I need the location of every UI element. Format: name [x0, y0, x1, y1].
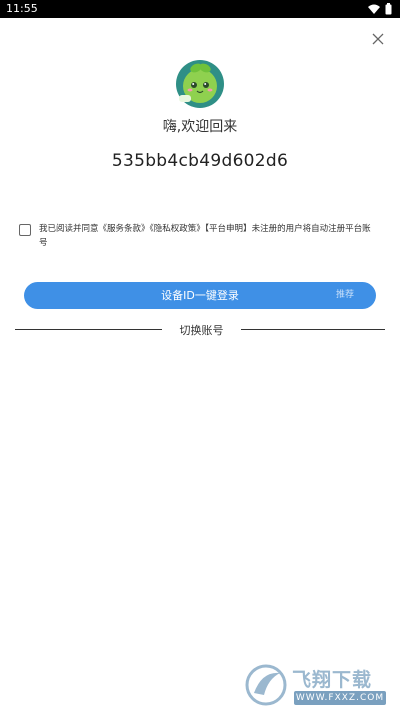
switch-account-link[interactable]: 切换账号 [162, 322, 241, 338]
status-icons [368, 3, 392, 15]
wifi-icon [368, 4, 380, 14]
watermark-title: 飞翔下载 [292, 669, 373, 691]
watermark: 飞翔下载 WWW.FXXZ.COM [244, 663, 392, 709]
agreement-text: 我已阅读并同意《服务条款》《隐私权政策》【平台申明】未注册的用户将自动注册平台账… [39, 222, 374, 250]
close-icon[interactable] [370, 31, 386, 47]
recommend-badge: 推荐 [335, 290, 354, 300]
avatar [176, 60, 224, 108]
watermark-url: WWW.FXXZ.COM [294, 691, 386, 705]
status-time: 11:55 [6, 2, 38, 15]
platform-statement-link[interactable]: 【平台申明】 [205, 224, 252, 234]
status-bar: 11:55 [0, 0, 400, 18]
watermark-logo-icon [245, 664, 287, 706]
terms-link[interactable]: 《服务条款》 [99, 224, 150, 234]
divider-left [15, 329, 162, 330]
login-button-label: 设备ID一键登录 [161, 289, 239, 302]
privacy-link[interactable]: 《隐私权政策》 [150, 224, 205, 234]
device-id-login-button[interactable]: 设备ID一键登录 推荐 [24, 282, 376, 309]
agreement-checkbox[interactable] [19, 224, 31, 236]
battery-icon [385, 3, 392, 15]
greeting-text: 嗨,欢迎回来 [162, 119, 238, 135]
agreement-prefix: 我已阅读并同意 [39, 224, 99, 234]
device-id-text: 535bb4cb49d602d6 [111, 151, 289, 171]
divider-right [241, 329, 385, 330]
